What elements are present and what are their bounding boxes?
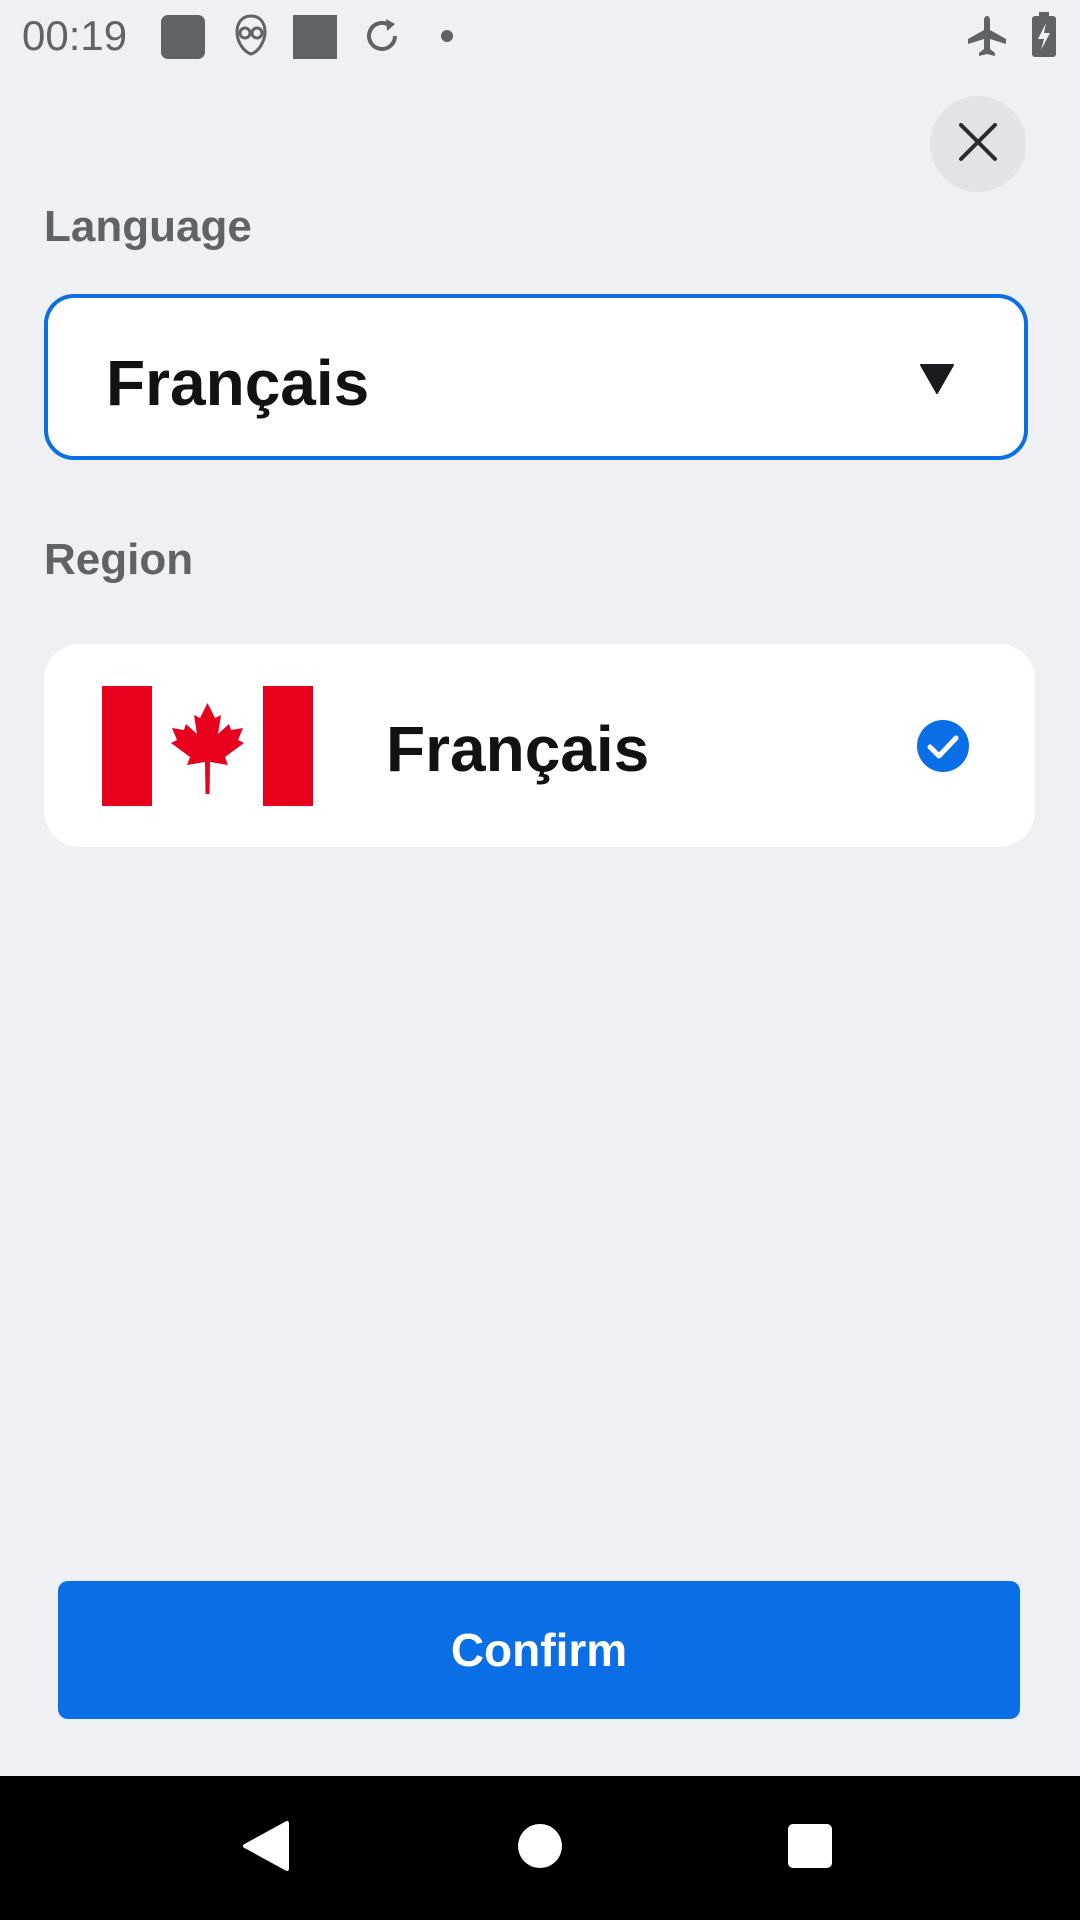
- square-notification-icon: [160, 14, 206, 65]
- home-icon: [517, 1823, 563, 1874]
- status-bar: 00:19: [0, 0, 1080, 72]
- language-dropdown[interactable]: Français: [44, 294, 1028, 460]
- battery-charging-icon: [1030, 12, 1058, 63]
- dropdown-arrow-icon: [920, 364, 954, 399]
- close-icon: [958, 122, 998, 167]
- nav-back-button[interactable]: [196, 1776, 336, 1920]
- nav-home-button[interactable]: [470, 1776, 610, 1920]
- navigation-bar: [0, 1776, 1080, 1920]
- canada-flag-icon: [102, 686, 313, 811]
- region-option-name: Français: [386, 713, 650, 785]
- close-button[interactable]: [930, 96, 1026, 192]
- airplane-mode-icon: [964, 14, 1010, 63]
- language-label: Language: [44, 202, 252, 251]
- square-notification-icon: [292, 14, 338, 65]
- language-selected-value: Français: [106, 347, 370, 419]
- region-option-card[interactable]: Français: [44, 644, 1035, 847]
- status-time: 00:19: [22, 12, 128, 59]
- alien-app-icon: [234, 14, 268, 61]
- recents-icon: [787, 1823, 833, 1874]
- sync-icon: [362, 16, 402, 61]
- region-label: Region: [44, 535, 194, 584]
- confirm-button[interactable]: Confirm: [58, 1581, 1020, 1719]
- dot-icon: [440, 29, 454, 48]
- nav-recents-button[interactable]: [740, 1776, 880, 1920]
- check-circle-icon: [916, 719, 970, 778]
- back-icon: [242, 1820, 290, 1877]
